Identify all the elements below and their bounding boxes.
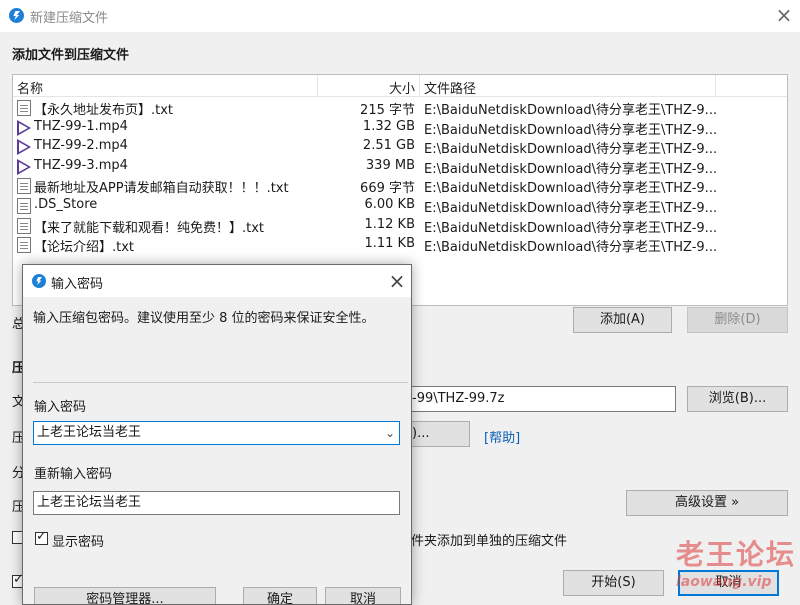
- file-path: E:\BaiduNetdiskDownload\待分享老王\THZ-9...: [424, 201, 718, 216]
- video-file-icon: [17, 159, 33, 175]
- password-combobox[interactable]: 上老王论坛当老王 ⌄: [33, 421, 400, 445]
- chevron-down-icon[interactable]: ⌄: [385, 422, 395, 444]
- file-row[interactable]: 【论坛介绍】.txt 1.11 KB E:\BaiduNetdiskDownload…: [13, 235, 787, 255]
- start-button[interactable]: 开始(S): [563, 570, 664, 596]
- show-password-label[interactable]: 显示密码: [52, 531, 104, 550]
- text-file-icon: [17, 100, 31, 116]
- file-path: E:\BaiduNetdiskDownload\待分享老王\THZ-9...: [424, 103, 718, 118]
- close-icon[interactable]: ×: [770, 2, 798, 30]
- file-name: 最新地址及APP请发邮箱自动获取！！！.txt: [34, 181, 289, 196]
- video-file-icon: [17, 139, 33, 155]
- text-file-icon: [17, 178, 31, 194]
- text-file-icon: [17, 198, 31, 214]
- file-size: 669 字节: [360, 181, 415, 196]
- file-row[interactable]: 最新地址及APP请发邮箱自动获取！！！.txt 669 字节 E:\BaiduNet…: [13, 176, 787, 196]
- separate-archives-label: 件夹添加到单独的压缩文件: [411, 534, 568, 549]
- password-dialog: 输入密码 × 输入压缩包密码。建议使用至少 8 位的密码来保证安全性。 输入密码…: [22, 264, 412, 605]
- close-icon[interactable]: ×: [383, 267, 411, 295]
- text-file-icon: [17, 237, 31, 253]
- main-titlebar: 新建压缩文件 ×: [0, 0, 800, 32]
- file-row[interactable]: 【来了就能下载和观看！纯免费！】.txt 1.12 KB E:\BaiduNetdi…: [13, 216, 787, 236]
- reenter-password-input[interactable]: 上老王论坛当老王: [33, 491, 400, 515]
- password-manager-button[interactable]: 密码管理器...: [34, 587, 216, 604]
- column-divider[interactable]: [317, 75, 318, 97]
- file-name: 【永久地址发布页】.txt: [34, 103, 174, 118]
- file-size: 2.51 GB: [362, 138, 415, 153]
- file-path: E:\BaiduNetdiskDownload\待分享老王\THZ-9...: [424, 240, 718, 255]
- dialog-description: 输入压缩包密码。建议使用至少 8 位的密码来保证安全性。: [33, 311, 375, 326]
- add-files-heading: 添加文件到压缩文件: [12, 48, 130, 63]
- file-size: 1.12 KB: [364, 217, 415, 232]
- browse-button[interactable]: 浏览(B)...: [687, 386, 788, 412]
- file-size: 6.00 KB: [364, 197, 415, 212]
- file-name: .DS_Store: [34, 197, 98, 212]
- file-path: E:\BaiduNetdiskDownload\待分享老王\THZ-9...: [424, 123, 718, 138]
- file-path: E:\BaiduNetdiskDownload\待分享老王\THZ-9...: [424, 221, 718, 236]
- column-name[interactable]: 名称: [17, 78, 43, 97]
- file-size: 1.32 GB: [362, 119, 415, 134]
- file-row[interactable]: 【永久地址发布页】.txt 215 字节 E:\BaiduNetdiskDownlo…: [13, 98, 787, 118]
- file-row[interactable]: THZ-99-1.mp4 1.32 GB E:\BaiduNetdiskDownlo…: [13, 118, 787, 138]
- show-password-checkbox[interactable]: [35, 529, 48, 545]
- help-link[interactable]: [帮助]: [484, 427, 520, 446]
- file-size: 339 MB: [365, 158, 415, 173]
- column-path[interactable]: 文件路径: [424, 78, 476, 97]
- file-row[interactable]: THZ-99-3.mp4 339 MB E:\BaiduNetdiskDownloa…: [13, 157, 787, 177]
- dialog-body: 输入压缩包密码。建议使用至少 8 位的密码来保证安全性。 输入密码 上老王论坛当…: [23, 297, 411, 604]
- password-label: 输入密码: [34, 400, 87, 415]
- file-name: THZ-99-2.mp4: [34, 138, 128, 153]
- ok-button[interactable]: 确定: [243, 587, 317, 604]
- dialog-cancel-button[interactable]: 取消: [325, 587, 401, 604]
- file-path: E:\BaiduNetdiskDownload\待分享老王\THZ-9...: [424, 181, 718, 196]
- delete-button[interactable]: 删除(D): [687, 307, 788, 333]
- video-file-icon: [17, 120, 33, 136]
- file-path: E:\BaiduNetdiskDownload\待分享老王\THZ-9...: [424, 162, 718, 177]
- password-value: 上老王论坛当老王: [37, 425, 142, 440]
- dialog-title: 输入密码: [51, 277, 104, 292]
- watermark-logo: 老王论坛 laowang.vip: [676, 538, 797, 590]
- file-row[interactable]: THZ-99-2.mp4 2.51 GB E:\BaiduNetdiskDownlo…: [13, 137, 787, 157]
- dialog-titlebar: 输入密码 ×: [23, 265, 411, 297]
- column-divider[interactable]: [419, 75, 420, 97]
- archive-path-input[interactable]: -99\THZ-99.7z: [395, 386, 676, 412]
- text-file-icon: [17, 218, 31, 234]
- file-list-header: 名称 大小 文件路径: [13, 75, 787, 97]
- add-button[interactable]: 添加(A): [573, 307, 672, 333]
- reenter-password-label: 重新输入密码: [34, 467, 113, 482]
- column-divider[interactable]: [715, 75, 716, 97]
- file-name: THZ-99-1.mp4: [34, 119, 128, 134]
- file-row[interactable]: .DS_Store 6.00 KB E:\BaiduNetdiskDownload\…: [13, 196, 787, 216]
- window-title: 新建压缩文件: [30, 11, 109, 26]
- file-name: 【论坛介绍】.txt: [34, 240, 135, 255]
- file-size: 1.11 KB: [364, 236, 415, 251]
- file-name: THZ-99-3.mp4: [34, 158, 128, 173]
- column-size[interactable]: 大小: [389, 78, 415, 97]
- advanced-settings-button[interactable]: 高级设置 »: [626, 490, 788, 516]
- app-logo-icon: [32, 274, 46, 288]
- file-size: 215 字节: [360, 103, 415, 118]
- file-path: E:\BaiduNetdiskDownload\待分享老王\THZ-9...: [424, 142, 718, 157]
- file-name: 【来了就能下载和观看！纯免费！】.txt: [34, 221, 265, 236]
- app-logo-icon: [9, 8, 24, 23]
- divider: [33, 382, 408, 383]
